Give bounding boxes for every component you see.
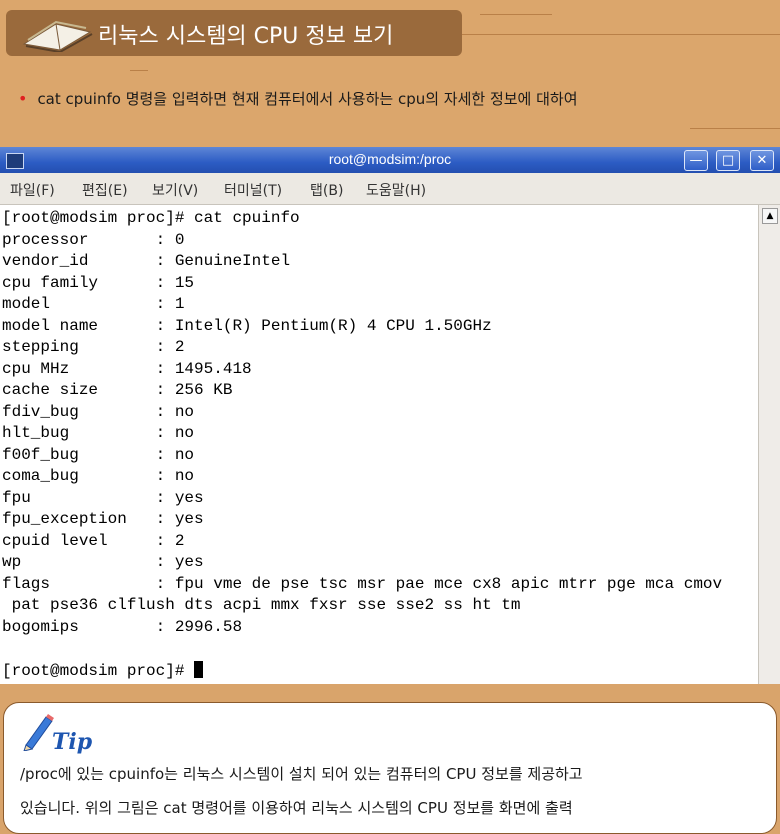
window-title: root@modsim:/proc: [328, 151, 452, 167]
tip-area: Tip /proc에 있는 cpuinfo는 리눅스 시스템이 설치 되어 있는…: [0, 684, 780, 834]
bullet-icon: •: [18, 89, 28, 108]
decorative-line: [130, 70, 148, 71]
terminal-line: model name : Intel(R) Pentium(R) 4 CPU 1…: [2, 316, 492, 335]
decorative-line: [690, 128, 780, 129]
terminal-line: cpu family : 15: [2, 273, 195, 292]
terminal-line: bogomips : 2996.58: [2, 617, 243, 636]
terminal-line: cpu MHz : 1495.418: [2, 359, 252, 378]
terminal-line: cpuid level : 2: [2, 531, 185, 550]
tip-text-line: 있습니다. 위의 그림은 cat 명령어를 이용하여 리눅스 시스템의 CPU …: [20, 799, 573, 817]
menu-help[interactable]: 도움말(H): [366, 180, 426, 200]
tip-label: Tip: [52, 729, 93, 755]
title-banner: 리눅스 시스템의 CPU 정보 보기: [6, 10, 462, 56]
open-book-icon: [22, 20, 93, 52]
terminal-line: wp : yes: [2, 553, 204, 571]
bullet-description: • cat cpuinfo 명령을 입력하면 현재 컴퓨터에서 사용하는 cpu의…: [18, 88, 578, 109]
terminal-cursor: [194, 660, 204, 678]
minimize-button[interactable]: —: [684, 150, 708, 171]
terminal-output[interactable]: [root@modsim proc]# cat cpuinfo processo…: [0, 205, 758, 684]
terminal-line: coma_bug : no: [2, 467, 195, 485]
terminal-prompt: [root@modsim proc]#: [2, 661, 195, 680]
terminal-line: fpu_exception : yes: [2, 510, 204, 528]
terminal-line: f00f_bug : no: [2, 445, 195, 464]
menu-terminal[interactable]: 터미널(T): [224, 180, 282, 200]
terminal-line: model : 1: [2, 295, 185, 313]
terminal-window: root@modsim:/proc — □ ✕ 파일(F) 편집(E) 보기(V…: [0, 147, 780, 684]
pencil-icon: [23, 714, 54, 751]
terminal-line: vendor_id : GenuineIntel: [2, 252, 291, 270]
terminal-line: flags : fpu vme de pse tsc msr pae mce c…: [2, 574, 723, 593]
decorative-line: [462, 34, 780, 35]
terminal-line: pat pse36 clflush dts acpi mmx fxsr sse …: [2, 596, 521, 614]
vertical-scrollbar[interactable]: ▲: [758, 205, 780, 684]
menu-bar: 파일(F) 편집(E) 보기(V) 터미널(T) 탭(B) 도움말(H): [0, 173, 780, 205]
terminal-line: cache size : 256 KB: [2, 381, 233, 399]
menu-view[interactable]: 보기(V): [152, 180, 198, 200]
terminal-line: stepping : 2: [2, 338, 185, 356]
header-area: 리눅스 시스템의 CPU 정보 보기 • cat cpuinfo 명령을 입력하면…: [0, 0, 780, 147]
terminal-line: [root@modsim proc]# cat cpuinfo: [2, 209, 300, 227]
menu-tabs[interactable]: 탭(B): [310, 180, 343, 200]
close-button[interactable]: ✕: [750, 150, 774, 171]
tip-text-line: /proc에 있는 cpuinfo는 리눅스 시스템이 설치 되어 있는 컴퓨터…: [20, 765, 583, 783]
window-titlebar[interactable]: root@modsim:/proc — □ ✕: [0, 147, 780, 173]
terminal-line: hlt_bug : no: [2, 424, 195, 442]
menu-edit[interactable]: 편집(E): [82, 180, 128, 200]
tip-box: Tip /proc에 있는 cpuinfo는 리눅스 시스템이 설치 되어 있는…: [3, 702, 777, 834]
menu-file[interactable]: 파일(F): [10, 180, 55, 200]
terminal-line: processor : 0: [2, 230, 185, 249]
bullet-text: cat cpuinfo 명령을 입력하면 현재 컴퓨터에서 사용하는 cpu의 …: [37, 90, 578, 108]
terminal-line: fpu : yes: [2, 488, 204, 507]
maximize-button[interactable]: □: [716, 150, 740, 171]
page-title: 리눅스 시스템의 CPU 정보 보기: [98, 24, 394, 49]
terminal-line: fdiv_bug : no: [2, 402, 195, 421]
terminal-prompt-line: [root@modsim proc]#: [2, 660, 204, 680]
decorative-line: [480, 14, 552, 15]
scroll-up-arrow-icon[interactable]: ▲: [762, 208, 778, 224]
